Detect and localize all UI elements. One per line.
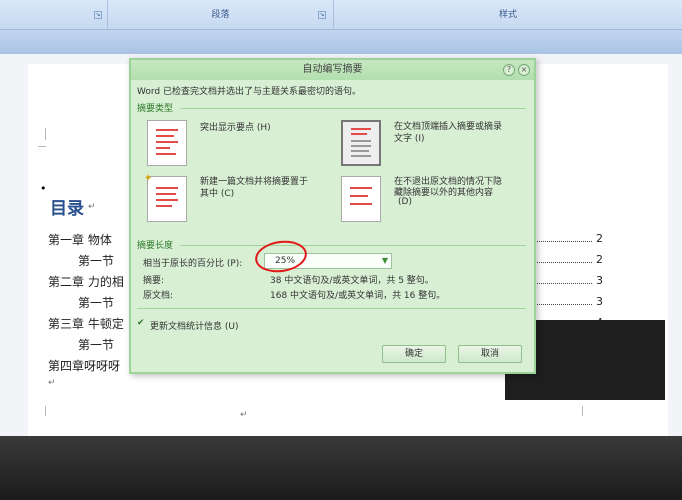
help-icon[interactable]: ? xyxy=(503,64,515,76)
new-doc-sparkle-icon: ✦ xyxy=(144,173,153,184)
bullet-mark: • xyxy=(40,182,47,195)
toc-line[interactable]: 第三章 牛顿定 xyxy=(48,315,124,332)
paragraph-mark: ↵ xyxy=(240,410,248,420)
dropdown-arrow-icon[interactable]: ▼ xyxy=(382,254,388,268)
toc-leader xyxy=(530,241,592,242)
close-icon[interactable]: × xyxy=(518,64,530,76)
toc-line[interactable]: 第一节 xyxy=(78,294,114,311)
section-summary-type: 摘要类型 xyxy=(137,104,174,114)
paragraph-dialog-launcher-icon[interactable]: ↘ xyxy=(318,11,326,19)
update-stats-label[interactable]: 更新文档统计信息 (U) xyxy=(150,319,238,332)
toc-line[interactable]: 第四章呀呀呀 xyxy=(48,357,120,374)
toc-leader xyxy=(530,283,592,284)
insert-top-option-icon[interactable] xyxy=(341,120,381,166)
original-label: 原文档: xyxy=(143,291,174,301)
toc-line[interactable]: 第一节 xyxy=(78,336,114,353)
ribbon-group-font xyxy=(0,0,108,30)
toc-page-number: 2 xyxy=(596,253,603,266)
option-highlight-label[interactable]: 突出显示要点 (H) xyxy=(200,120,271,133)
summary-label: 摘要: xyxy=(143,276,165,286)
ribbon-group-paragraph-label: 段落 xyxy=(211,10,230,20)
original-stats: 168 中文语句及/或英文单词，共 16 整句。 xyxy=(270,291,446,301)
ribbon-group-bar: ↘ 段落 ↘ 样式 xyxy=(0,0,682,30)
crop-mark xyxy=(38,406,46,416)
crop-mark xyxy=(38,128,46,140)
update-stats-checkbox[interactable]: ✔ xyxy=(137,319,146,328)
toc-page-number: 3 xyxy=(596,295,603,308)
toc-line[interactable]: 第一节 xyxy=(78,252,114,269)
section-divider xyxy=(180,245,526,246)
bottom-dark-band xyxy=(0,436,682,500)
ribbon-group-style: 样式 xyxy=(334,0,682,30)
crop-mark xyxy=(582,406,590,416)
summary-stats: 38 中文语句及/或英文单词，共 5 整句。 xyxy=(270,276,434,286)
toc-leader xyxy=(530,304,592,305)
paragraph-mark: ↵ xyxy=(88,202,96,212)
option-hide-label-cont: (D) xyxy=(398,197,412,207)
section-divider xyxy=(180,108,526,109)
ok-button[interactable]: 确定 xyxy=(382,345,446,363)
cancel-button[interactable]: 取消 xyxy=(458,345,522,363)
crop-mark xyxy=(38,146,46,154)
section-summary-length: 摘要长度 xyxy=(137,241,174,251)
ribbon-group-paragraph: 段落 xyxy=(108,0,334,30)
ribbon-lower-strip xyxy=(0,30,682,54)
toc-line[interactable]: 第二章 力的相 xyxy=(48,273,124,290)
dialog-title: 自动编写摘要 xyxy=(302,64,363,75)
toc-page-number: 3 xyxy=(596,274,603,287)
dialog-intro: Word 已检查完文档并选出了与主题关系最密切的语句。 xyxy=(137,87,361,97)
toc-line[interactable]: 第一章 物体 xyxy=(48,231,112,248)
paragraph-mark: ↵ xyxy=(48,378,56,388)
percent-label: 相当于原长的百分比 (P): xyxy=(143,259,243,269)
toc-title: 目录 xyxy=(50,199,84,219)
new-document-option-icon[interactable]: ✦ xyxy=(144,173,187,222)
toc-page-number: 2 xyxy=(596,232,603,245)
highlight-option-icon[interactable] xyxy=(147,120,187,166)
hide-other-option-icon[interactable] xyxy=(341,176,381,222)
dialog-title-bar[interactable]: 自动编写摘要 xyxy=(131,60,534,80)
toc-leader xyxy=(530,262,592,263)
option-new-doc-label-cont: 其中 (C) xyxy=(200,189,235,199)
option-insert-top-label-cont: 文字 (I) xyxy=(394,134,425,144)
ribbon-group-style-label: 样式 xyxy=(498,10,517,20)
font-dialog-launcher-icon[interactable]: ↘ xyxy=(94,11,102,19)
section-divider xyxy=(137,308,526,309)
